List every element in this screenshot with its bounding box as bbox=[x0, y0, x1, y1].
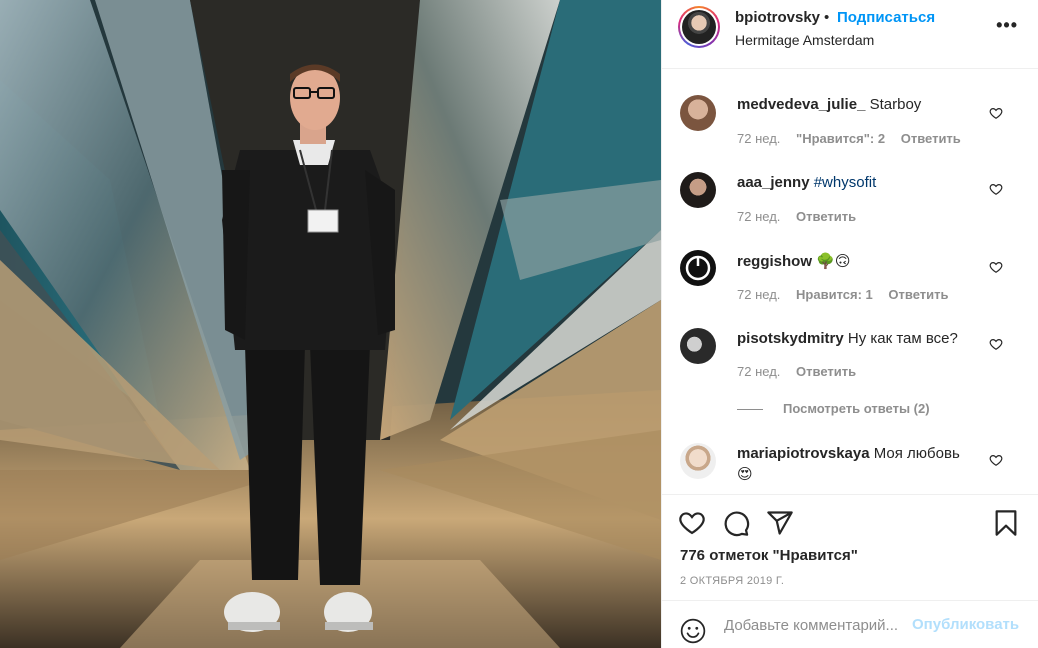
emoji-smile-icon[interactable] bbox=[680, 618, 706, 644]
comment-likes[interactable]: Нравится: 1 bbox=[796, 287, 873, 302]
comment-like-heart-icon[interactable] bbox=[989, 182, 1003, 196]
post-photo[interactable] bbox=[0, 0, 661, 648]
comment-reply-button[interactable]: Ответить bbox=[901, 131, 961, 146]
comment-time[interactable]: 72 нед. bbox=[737, 287, 780, 302]
more-options-icon[interactable]: ••• bbox=[996, 16, 1018, 34]
comment-meta: 72 нед. Ответить bbox=[737, 209, 868, 224]
post-header: bpiotrovsky • Подписаться Hermitage Amst… bbox=[662, 0, 1038, 69]
comment-like-heart-icon[interactable] bbox=[989, 260, 1003, 274]
comment-time[interactable]: 72 нед. bbox=[737, 131, 780, 146]
comment-meta: 72 нед. Ответить bbox=[737, 364, 868, 379]
comment-time[interactable]: 72 нед. bbox=[737, 364, 780, 379]
follow-button[interactable]: Подписаться bbox=[837, 9, 935, 26]
comment-avatar[interactable] bbox=[680, 250, 716, 286]
comment-like-heart-icon[interactable] bbox=[989, 106, 1003, 120]
comment-reply-button[interactable]: Ответить bbox=[888, 287, 948, 302]
post-side-panel: bpiotrovsky • Подписаться Hermitage Amst… bbox=[661, 0, 1038, 648]
view-replies-label: Посмотреть ответы (2) bbox=[783, 401, 930, 416]
comment-body: Starboy bbox=[869, 96, 922, 113]
comment-emoji: 😍 bbox=[737, 465, 753, 483]
comment-icon[interactable] bbox=[722, 509, 750, 537]
comment-text: pisotskydmitry Ну как там все? bbox=[737, 329, 977, 349]
post-photo-image bbox=[0, 0, 661, 648]
comments-list[interactable]: medvedeva_julie_ Starboy 72 нед. "Нравит… bbox=[662, 69, 1038, 494]
share-icon[interactable] bbox=[766, 509, 794, 537]
likes-count[interactable]: 776 отметок "Нравится" bbox=[680, 547, 858, 564]
author-avatar[interactable] bbox=[678, 6, 720, 48]
post-actions: 776 отметок "Нравится" 2 ОКТЯБРЯ 2019 Г. bbox=[662, 494, 1038, 600]
heart-icon[interactable] bbox=[678, 509, 706, 537]
comment-avatar[interactable] bbox=[680, 95, 716, 131]
header-separator: • bbox=[824, 9, 830, 26]
publish-button[interactable]: Опубликовать bbox=[912, 616, 1019, 633]
comment-avatar[interactable] bbox=[680, 443, 716, 479]
comment-text: medvedeva_julie_ Starboy bbox=[737, 95, 977, 115]
comment-username[interactable]: reggishow bbox=[737, 253, 812, 270]
bookmark-icon[interactable] bbox=[992, 509, 1020, 537]
comment-body: Ну как там все? bbox=[847, 330, 958, 347]
comment-avatar[interactable] bbox=[680, 172, 716, 208]
comment-text: aaa_jenny #whysofit bbox=[737, 173, 977, 193]
comment-username[interactable]: medvedeva_julie_ bbox=[737, 96, 865, 113]
comment-text: mariapiotrovskaya Моя любовь 😍 bbox=[737, 444, 977, 485]
post-dialog: bpiotrovsky • Подписаться Hermitage Amst… bbox=[0, 0, 1038, 648]
comment-avatar[interactable] bbox=[680, 328, 716, 364]
comment-username[interactable]: pisotskydmitry bbox=[737, 330, 844, 347]
comment-time[interactable]: 72 нед. bbox=[737, 209, 780, 224]
replies-divider-line bbox=[737, 409, 763, 411]
comment-text: reggishow 🌳🙃 bbox=[737, 251, 977, 272]
comment-username[interactable]: mariapiotrovskaya bbox=[737, 445, 870, 462]
comment-meta: 72 нед. Нравится: 1 Ответить bbox=[737, 287, 960, 302]
comment-meta: 72 нед. "Нравится": 2 Ответить bbox=[737, 131, 973, 146]
comment-hashtag[interactable]: #whysofit bbox=[814, 174, 877, 191]
comment-body: Моя любовь bbox=[873, 445, 960, 462]
comment-username[interactable]: aaa_jenny bbox=[737, 174, 810, 191]
post-date[interactable]: 2 ОКТЯБРЯ 2019 Г. bbox=[680, 575, 784, 587]
location-link[interactable]: Hermitage Amsterdam bbox=[735, 32, 874, 48]
reggishow-logo-icon bbox=[685, 255, 711, 281]
comment-input[interactable] bbox=[724, 612, 910, 638]
comment-like-heart-icon[interactable] bbox=[989, 453, 1003, 467]
author-username[interactable]: bpiotrovsky bbox=[735, 9, 820, 26]
comment-likes[interactable]: "Нравится": 2 bbox=[796, 131, 885, 146]
comment-reply-button[interactable]: Ответить bbox=[796, 209, 856, 224]
comment-reply-button[interactable]: Ответить bbox=[796, 364, 856, 379]
add-comment-bar: Опубликовать bbox=[662, 600, 1038, 648]
comment-like-heart-icon[interactable] bbox=[989, 337, 1003, 351]
view-replies-button[interactable]: Посмотреть ответы (2) bbox=[737, 401, 930, 416]
comment-emoji: 🌳🙃 bbox=[816, 252, 851, 270]
